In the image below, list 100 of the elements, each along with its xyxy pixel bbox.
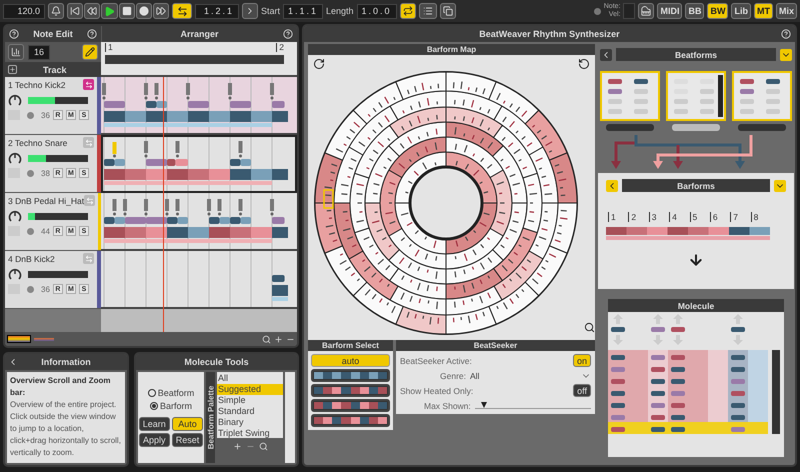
- barform-pattern[interactable]: [311, 399, 390, 412]
- help-icon[interactable]: [87, 29, 97, 39]
- go-to-start-button[interactable]: [67, 3, 83, 19]
- genre-value[interactable]: All: [470, 370, 480, 380]
- track-name: 2 Techno Snare: [8, 138, 68, 148]
- palette-item[interactable]: Standard: [217, 406, 283, 417]
- palette-item[interactable]: Triplet Swing: [217, 428, 283, 438]
- tool-button[interactable]: Reset: [172, 433, 204, 447]
- molecule-row[interactable]: [608, 350, 768, 362]
- dropdown-button[interactable]: [780, 48, 792, 60]
- max-shown-slider[interactable]: [474, 402, 591, 409]
- barform-map-drawing[interactable]: [314, 71, 578, 335]
- record-button[interactable]: [136, 3, 152, 19]
- tool-button[interactable]: Learn: [138, 417, 170, 431]
- molecule-row[interactable]: [608, 410, 768, 422]
- add-icon[interactable]: [232, 442, 242, 451]
- bar-number: 1: [105, 43, 113, 52]
- help-icon[interactable]: [781, 29, 791, 39]
- heated-toggle[interactable]: off: [573, 384, 591, 397]
- metronome-button[interactable]: [48, 3, 64, 19]
- knob-icon[interactable]: [8, 93, 22, 107]
- barform-pattern[interactable]: [311, 369, 390, 382]
- barform-drawing[interactable]: [606, 227, 770, 240]
- pencil-button[interactable]: [82, 44, 98, 60]
- dot-icon[interactable]: [27, 228, 34, 234]
- beatform-card[interactable]: [600, 71, 660, 121]
- scrollbar[interactable]: [772, 350, 780, 434]
- rotate-icon[interactable]: [313, 58, 325, 70]
- beatform-card[interactable]: [666, 71, 726, 121]
- view-toggle-button[interactable]: MIDI: [657, 3, 682, 19]
- palette-item[interactable]: All: [217, 373, 283, 384]
- beat-number: 4: [669, 212, 677, 222]
- tool-button[interactable]: Apply: [138, 433, 170, 447]
- molecule-row[interactable]: [608, 398, 768, 410]
- dropdown-button[interactable]: [774, 180, 786, 192]
- barform-pattern[interactable]: [311, 414, 390, 427]
- stop-button[interactable]: [119, 3, 135, 19]
- radio-option[interactable]: Barform: [150, 401, 192, 411]
- beatform-card[interactable]: [732, 71, 792, 121]
- add-track-icon[interactable]: [8, 65, 17, 74]
- fast-forward-button[interactable]: [153, 3, 169, 19]
- loop-button[interactable]: [400, 3, 416, 19]
- play-button[interactable]: [101, 3, 118, 19]
- previous-button[interactable]: [600, 48, 612, 60]
- barform-select-title: Barform Select: [322, 341, 379, 350]
- dot-icon[interactable]: [27, 112, 34, 118]
- start-field[interactable]: 1.1.1: [283, 4, 324, 18]
- length-field[interactable]: 1.0.0: [356, 4, 397, 18]
- drum-grid-button[interactable]: [8, 44, 24, 60]
- rewind-button[interactable]: [84, 3, 100, 19]
- tool-button[interactable]: Auto: [172, 417, 204, 431]
- radio-option[interactable]: Beatform: [148, 388, 194, 398]
- view-toggle-button[interactable]: Mix: [776, 3, 797, 19]
- beatseeker-title: BeatSeeker: [474, 341, 518, 350]
- search-icon[interactable]: [584, 322, 595, 333]
- auto-button[interactable]: auto: [311, 354, 390, 367]
- barform-pattern[interactable]: [311, 384, 390, 397]
- piano-button[interactable]: [638, 3, 654, 19]
- grid-field[interactable]: 16: [28, 44, 50, 60]
- molecule-header-drawing[interactable]: [611, 314, 745, 345]
- follow-button[interactable]: [172, 3, 192, 19]
- tempo-field[interactable]: 120.0: [3, 4, 45, 18]
- view-toggle-button[interactable]: BB: [685, 3, 704, 19]
- list-button[interactable]: [418, 3, 437, 19]
- previous-button[interactable]: [606, 180, 618, 192]
- link-icon[interactable]: [83, 79, 94, 90]
- timeline-ruler[interactable]: 1 2: [101, 42, 297, 77]
- help-icon[interactable]: [283, 29, 293, 39]
- slider-thumb[interactable]: [480, 402, 487, 408]
- position-field[interactable]: 1.2.1: [195, 4, 239, 18]
- copy-button[interactable]: [440, 3, 456, 19]
- palette-item[interactable]: Binary: [217, 417, 283, 428]
- view-toggle-button[interactable]: BW: [707, 3, 728, 19]
- palette-label: Beatform Palette: [206, 386, 215, 450]
- dot-icon[interactable]: [27, 286, 34, 292]
- knob-icon[interactable]: [8, 209, 22, 223]
- knob-icon[interactable]: [8, 267, 22, 281]
- overview-bar[interactable]: [7, 335, 31, 343]
- view-toggle-button[interactable]: MT: [754, 3, 773, 19]
- molecule-row[interactable]: [608, 362, 768, 374]
- map-title: Barform Map: [426, 45, 476, 54]
- molecule-row[interactable]: [608, 422, 768, 434]
- knob-icon[interactable]: [8, 151, 22, 165]
- palette-item[interactable]: Suggested: [217, 384, 283, 395]
- molecule-row[interactable]: [608, 374, 768, 386]
- palette-item[interactable]: Simple: [217, 395, 283, 406]
- play-icon: [104, 6, 115, 16]
- zoom-in-icon[interactable]: [274, 334, 283, 344]
- beat-number: 8: [750, 212, 758, 222]
- rotate-icon[interactable]: [578, 58, 590, 70]
- beat-number: 6: [710, 212, 718, 222]
- heated-label: Show Heated Only:: [400, 386, 474, 396]
- dot-icon[interactable]: [27, 170, 34, 176]
- active-toggle[interactable]: on: [572, 354, 591, 367]
- length-label: Length: [326, 6, 354, 16]
- molecule-row[interactable]: [608, 386, 768, 398]
- bar-number: 2: [276, 43, 284, 52]
- help-icon[interactable]: [9, 29, 19, 39]
- view-toggle-button[interactable]: Lib: [731, 3, 751, 19]
- next-button[interactable]: [242, 3, 258, 19]
